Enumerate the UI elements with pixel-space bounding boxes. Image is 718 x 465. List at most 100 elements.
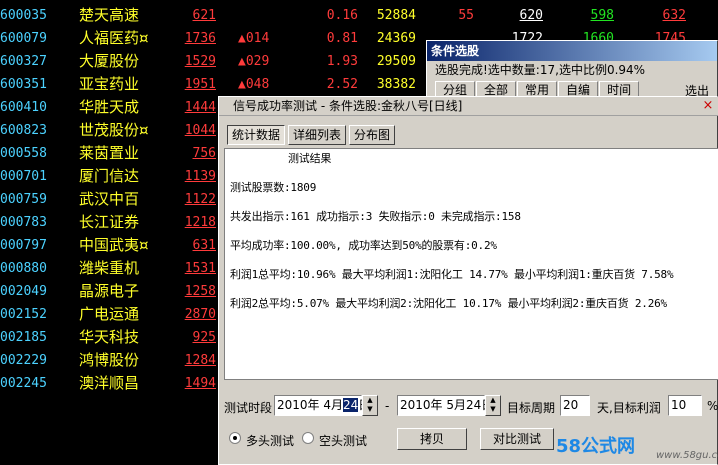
date-from-prefix: 2010年 4月: [277, 398, 343, 412]
stock-name: 潍柴重机: [79, 259, 140, 277]
stock-code: 600823: [0, 123, 47, 138]
stock-code: 000701: [0, 169, 47, 184]
stock-name: 华胜天成: [79, 98, 140, 116]
signal-success-test-dialog: 信号成功率测试 - 条件选股:金秋八号[日线] × 统计数据 详细列表 分布图 …: [218, 96, 718, 465]
success-rate-line: 平均成功率:100.00%, 成功率达到50%的股票有:0.2%: [230, 239, 497, 252]
stock-price: 2870: [184, 307, 216, 322]
signals-line: 共发出指示:161 成功指示:3 失败指示:0 未完成指示:158: [230, 210, 521, 223]
date-to-spinner[interactable]: ▲ ▼: [485, 395, 501, 416]
target-period-label: 目标周期: [507, 401, 556, 415]
stock-volume: 29509: [376, 54, 416, 69]
stock-code: 600035: [0, 8, 47, 23]
stock-name: 晶源电子: [79, 282, 140, 300]
date-from-day: 24: [343, 398, 359, 412]
stock-price: 756: [192, 146, 216, 161]
stock-code: 002245: [0, 376, 47, 391]
stock-code: 000558: [0, 146, 47, 161]
target-period-input[interactable]: 20: [560, 395, 590, 416]
compare-test-button[interactable]: 对比测试: [480, 428, 554, 450]
stock-name: 厦门信达: [79, 167, 140, 185]
stock-price: 1951: [184, 77, 216, 92]
short-test-label[interactable]: 空头测试: [319, 432, 367, 449]
stock-change-pct: 0.16: [326, 8, 358, 23]
result-heading: 测试结果: [288, 152, 332, 165]
total-stocks-line: 测试股票数:1809: [230, 181, 317, 194]
stock-col-a: 55: [458, 8, 474, 23]
stock-name: 莱茵置业: [79, 144, 140, 162]
stock-col-d: 632: [662, 8, 686, 23]
long-test-label[interactable]: 多头测试: [246, 432, 294, 449]
stock-code: 600327: [0, 54, 47, 69]
selection-status-text: 选股完成!选中数量:17,选中比例0.94%: [435, 63, 646, 77]
stock-price: 1258: [184, 284, 216, 299]
stock-change: ▲029: [238, 54, 270, 69]
stock-price: 1494: [184, 376, 216, 391]
stock-code: 002185: [0, 330, 47, 345]
stock-col-c: 598: [590, 8, 614, 23]
stock-change-pct: 2.52: [326, 77, 358, 92]
stock-col-b: 620: [519, 8, 543, 23]
copy-button[interactable]: 拷贝: [397, 428, 467, 450]
stock-volume: 52884: [376, 8, 416, 23]
stock-price: 1529: [184, 54, 216, 69]
tab-statistics[interactable]: 统计数据: [227, 125, 286, 145]
watermark-url: www.58gu.com: [656, 450, 718, 461]
period-label: 测试时段: [224, 401, 273, 415]
stock-code: 002152: [0, 307, 47, 322]
date-to-field[interactable]: 2010年 5月24日: [397, 395, 493, 416]
stock-name: 澳洋顺昌: [79, 374, 140, 392]
stock-code: 000797: [0, 238, 47, 253]
stock-code: 000759: [0, 192, 47, 207]
long-test-radio[interactable]: [229, 432, 241, 444]
date-dash: -: [385, 399, 390, 413]
stock-code: 000880: [0, 261, 47, 276]
profit1-line: 利润1总平均:10.96% 最大平均利润1:沈阳化工 14.77% 最小平均利润…: [230, 268, 674, 281]
stock-name: 亚宝药业: [79, 75, 140, 93]
close-icon[interactable]: ×: [701, 99, 715, 113]
stock-volume: 38382: [376, 77, 416, 92]
stock-name: 世茂股份¤: [79, 121, 149, 139]
stock-code: 002229: [0, 353, 47, 368]
stock-price: 1531: [184, 261, 216, 276]
dialog-title[interactable]: 信号成功率测试 - 条件选股:金秋八号[日线]: [219, 97, 718, 116]
stock-price: 621: [192, 8, 216, 23]
stock-price: 1218: [184, 215, 216, 230]
stock-code: 000783: [0, 215, 47, 230]
condition-window-title[interactable]: 条件选股: [427, 41, 717, 61]
profit2-line: 利润2总平均:5.07% 最大平均利润2:沈阳化工 10.17% 最小平均利润2…: [230, 297, 667, 310]
stock-name: 鸿博股份: [79, 351, 140, 369]
site-watermark: 58公式网 www.58gu.com: [556, 430, 718, 465]
tab-detail-list[interactable]: 详细列表: [288, 125, 347, 145]
stock-change-pct: 1.93: [326, 54, 358, 69]
stock-price: 1139: [184, 169, 216, 184]
stock-code: 002049: [0, 284, 47, 299]
stock-price: 1444: [184, 100, 216, 115]
date-from-spinner[interactable]: ▲ ▼: [362, 395, 378, 416]
result-text-area[interactable]: 测试结果 测试股票数:1809 共发出指示:161 成功指示:3 失败指示:0 …: [224, 148, 718, 380]
stock-name: 武汉中百: [79, 190, 140, 208]
stock-price: 1044: [184, 123, 216, 138]
target-profit-input[interactable]: 10: [668, 395, 702, 416]
percent-sign: %: [707, 399, 718, 413]
tab-distribution[interactable]: 分布图: [349, 125, 396, 145]
stock-code: 600410: [0, 100, 47, 115]
stock-price: 925: [192, 330, 216, 345]
dialog-tab-bar: 统计数据 详细列表 分布图: [227, 125, 398, 145]
stock-name: 中国武夷¤: [79, 236, 149, 254]
target-profit-label: 天,目标利润: [597, 401, 661, 415]
short-test-radio[interactable]: [302, 432, 314, 444]
stock-name: 长江证券: [79, 213, 140, 231]
condition-select-window: 条件选股 选股完成!选中数量:17,选中比例0.94% 分组 全部 常用 自编 …: [426, 40, 718, 104]
stock-change: ▲048: [238, 77, 270, 92]
stock-price: 631: [192, 238, 216, 253]
table-row[interactable]: 600035 楚天高速 621 0.16 52884 55 620 598 632: [0, 4, 718, 27]
stock-name: 大厦股份: [79, 52, 140, 70]
stock-name: 广电运通: [79, 305, 140, 323]
stock-name: 楚天高速: [79, 6, 140, 24]
test-period-row: 测试时段 2010年 4月24日 ▲▼ - 2010年 5月24日 ▲▼ 目标周…: [224, 395, 718, 419]
date-from-field[interactable]: 2010年 4月24日: [274, 395, 370, 416]
watermark-text: 58公式网: [556, 436, 636, 457]
stock-price: 1284: [184, 353, 216, 368]
stock-code: 600351: [0, 77, 47, 92]
stock-name: 华天科技: [79, 328, 140, 346]
